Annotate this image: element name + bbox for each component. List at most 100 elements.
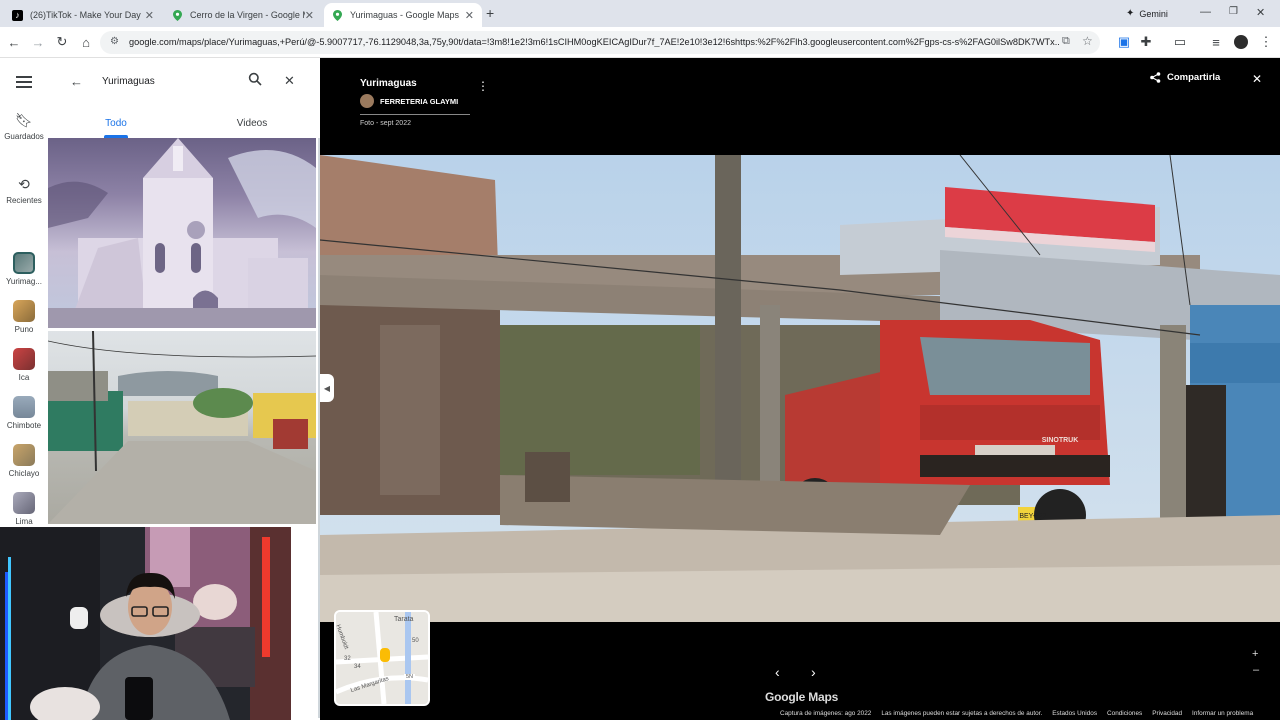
media-icon[interactable]: ≡ — [1206, 32, 1226, 52]
site-info-icon[interactable]: ⚙ — [110, 36, 119, 47]
collapse-panel-button[interactable]: ◀ — [320, 374, 334, 402]
bookmark-icon: 🔖︎ — [15, 112, 33, 128]
share-label: Compartirla — [1167, 72, 1221, 83]
place-label: Chiclayo — [8, 469, 40, 478]
report-problem-link[interactable]: Informar un problema — [1192, 710, 1253, 717]
menu-icon[interactable] — [16, 76, 32, 88]
terms-link[interactable]: Condiciones — [1107, 710, 1142, 717]
tab-todo[interactable]: Todo — [48, 118, 184, 138]
place-thumbnail — [13, 444, 35, 466]
back-arrow-icon[interactable]: ← — [70, 74, 83, 89]
rail-place-chiclayo[interactable]: Chiclayo — [0, 444, 48, 479]
url-text: google.com/maps/place/Yurimaguas,+Perú/@… — [129, 37, 1059, 47]
extension-badge-icon[interactable]: ▣ — [1114, 32, 1134, 52]
forward-icon[interactable]: → — [28, 32, 48, 52]
share-icon — [1150, 72, 1161, 83]
gemini-label: Gemini — [1139, 8, 1168, 19]
next-photo-icon[interactable]: › — [811, 664, 816, 680]
rail-recent[interactable]: ⟲ Recientes — [0, 176, 48, 206]
tab-tiktok[interactable]: ♪ (26)TikTok - Make Your Day ✕ — [4, 3, 162, 27]
rail-place-lima[interactable]: Lima — [0, 492, 48, 527]
back-icon[interactable]: ← — [4, 32, 24, 52]
close-viewer-icon[interactable]: ✕ — [1252, 72, 1262, 86]
street-photo[interactable]: BEY-922 SINOTRUK — [320, 155, 1280, 622]
maps-pin-icon — [332, 9, 343, 21]
tab-title: Cerro de la Virgen - Google M — [190, 10, 305, 20]
google-maps-logo: Google Maps — [765, 690, 839, 704]
region-link[interactable]: Estados Unidos — [1052, 710, 1097, 717]
photo-church[interactable] — [48, 138, 316, 328]
tab-cerro[interactable]: Cerro de la Virgen - Google M ✕ — [164, 3, 322, 27]
place-label: Lima — [15, 517, 33, 526]
bookmark-star-icon[interactable]: ☆ — [1082, 34, 1093, 48]
map-footer: Captura de imágenes: ago 2022 Las imágen… — [780, 710, 1253, 717]
place-thumbnail — [13, 348, 35, 370]
gemini-button[interactable]: ✦ Gemini — [1126, 8, 1168, 19]
rail-place-ica[interactable]: Ica — [0, 348, 48, 383]
search-box[interactable]: ← Yurimaguas ✕ — [58, 66, 310, 98]
clear-search-icon[interactable]: ✕ — [284, 73, 295, 89]
map-label: Tarata — [394, 616, 414, 623]
map-label: 32 — [344, 656, 351, 662]
new-tab-button[interactable]: + — [486, 5, 494, 21]
home-icon[interactable]: ⌂ — [76, 32, 96, 52]
contributor-name: FERRETERIA GLAYMI — [380, 96, 459, 106]
restore-icon[interactable]: ❐ — [1229, 6, 1238, 17]
history-icon: ⟲ — [18, 176, 30, 192]
zoom-out-icon[interactable]: – — [1253, 664, 1259, 676]
rail-place-chimbote[interactable]: Chimbote — [0, 396, 48, 431]
map-label: 5N — [404, 674, 416, 680]
sidebar-icon[interactable]: ▭ — [1170, 32, 1190, 52]
place-title: Yurimaguas — [360, 78, 417, 89]
search-input[interactable]: Yurimaguas — [102, 76, 155, 87]
truck-brand-text: SINOTRUK — [1042, 437, 1079, 444]
tab-videos[interactable]: Videos — [184, 118, 320, 129]
privacy-link[interactable]: Privacidad — [1152, 710, 1182, 717]
photo-street[interactable] — [48, 331, 316, 524]
tiktok-icon: ♪ — [12, 9, 23, 21]
profile-avatar[interactable] — [1234, 35, 1248, 49]
capture-date: Captura de imágenes: ago 2022 — [780, 710, 872, 717]
rail-place-puno[interactable]: Puno — [0, 300, 48, 335]
minimize-icon[interactable]: — — [1200, 6, 1211, 18]
contributor[interactable]: FERRETERIA GLAYMI — [360, 94, 458, 108]
close-tab-icon[interactable]: ✕ — [305, 9, 314, 22]
zoom-in-icon[interactable]: + — [1252, 648, 1258, 660]
install-app-icon[interactable]: ⧉ — [1062, 35, 1070, 48]
map-label: 50 — [412, 638, 419, 644]
minimap[interactable]: Tarata Humboldt 50 32 34 Las Margaritas … — [334, 610, 430, 706]
window-close-icon[interactable]: ✕ — [1256, 6, 1265, 19]
close-tab-icon[interactable]: ✕ — [145, 9, 154, 22]
place-thumbnail — [13, 492, 35, 514]
search-icon[interactable] — [248, 72, 262, 91]
divider — [360, 114, 470, 115]
kebab-menu-icon[interactable]: ⋮ — [1256, 32, 1276, 52]
close-tab-icon[interactable]: ✕ — [465, 9, 474, 22]
tab-title: (26)TikTok - Make Your Day — [30, 10, 141, 20]
tab-label: Todo — [105, 118, 127, 129]
reload-icon[interactable]: ↻ — [52, 32, 72, 52]
tab-yurimaguas[interactable]: Yurimaguas - Google Maps ✕ — [324, 3, 482, 27]
rail-saved[interactable]: 🔖︎ Guardados — [0, 112, 48, 142]
contributor-avatar — [360, 94, 374, 108]
share-button[interactable]: Compartirla — [1150, 72, 1220, 83]
place-thumbnail — [13, 396, 35, 418]
photo-viewer: Yurimaguas FERRETERIA GLAYMI Foto - sept… — [320, 58, 1280, 720]
rail-place-yurimaguas[interactable]: Yurimag... — [0, 252, 48, 287]
address-bar[interactable]: ⚙ google.com/maps/place/Yurimaguas,+Perú… — [100, 31, 1100, 54]
webcam-overlay — [0, 527, 291, 720]
map-label: 34 — [354, 664, 361, 670]
place-label: Yurimag... — [5, 277, 42, 286]
rail-recent-label: Recientes — [6, 196, 42, 205]
previous-photo-icon[interactable]: ‹ — [775, 664, 780, 680]
maps-pin-icon — [172, 9, 183, 21]
gemini-icon: ✦ — [1126, 8, 1135, 19]
search-tabs: Todo Videos — [48, 114, 320, 138]
pegman-icon[interactable] — [380, 648, 390, 662]
more-options-icon[interactable]: ⋮ — [477, 79, 489, 93]
place-thumbnail — [13, 300, 35, 322]
browser-toolbar: ← → ↻ ⌂ ⚙ google.com/maps/place/Yurimagu… — [0, 27, 1280, 58]
browser-tab-strip: ♪ (26)TikTok - Make Your Day ✕ Cerro de … — [0, 0, 1280, 27]
extensions-puzzle-icon[interactable]: ✚ — [1136, 32, 1156, 52]
photo-date: Foto - sept 2022 — [360, 120, 411, 127]
